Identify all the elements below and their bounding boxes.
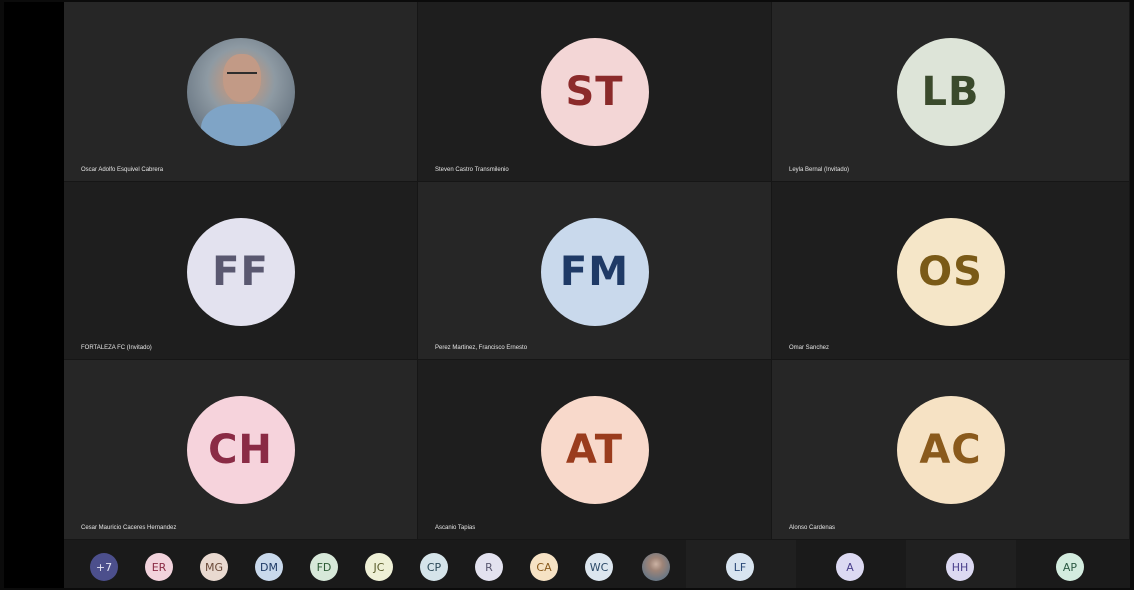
participant-mini-avatar[interactable]: R — [475, 553, 503, 581]
participant-mini-avatar[interactable]: AP — [1056, 553, 1084, 581]
participant-name: Cesar Mauricio Caceres Hernandez — [81, 525, 177, 531]
participant-name: FORTALEZA FC (Invitado) — [81, 345, 152, 351]
participant-strip: +7 ER MG DM FD JC CP R CA WC LF A HH AP — [64, 540, 1130, 588]
participant-mini-video[interactable] — [642, 553, 670, 581]
participant-avatar: FF — [186, 218, 295, 326]
participant-name: Ascanio Tapias — [435, 525, 476, 531]
participant-mini-avatar[interactable]: MG — [200, 553, 228, 581]
participant-mini-avatar[interactable]: CP — [420, 553, 448, 581]
participant-tile[interactable]: CH Cesar Mauricio Caceres Hernandez — [64, 360, 418, 540]
participant-tile[interactable]: LB Leyla Bernal (Invitado) — [772, 2, 1130, 182]
participant-avatar: AT — [540, 396, 649, 504]
participant-name: Omar Sanchez — [789, 345, 830, 351]
participant-video — [186, 38, 295, 146]
participant-avatar: FM — [540, 218, 649, 326]
participant-avatar: CH — [186, 396, 295, 504]
participant-tile[interactable]: FF FORTALEZA FC (Invitado) — [64, 182, 418, 360]
participant-name: Leyla Bernal (Invitado) — [789, 167, 850, 173]
participant-mini-avatar[interactable]: A — [836, 553, 864, 581]
participant-mini-avatar[interactable]: JC — [365, 553, 393, 581]
participant-mini-avatar[interactable]: CA — [530, 553, 558, 581]
participant-avatar: OS — [896, 218, 1005, 326]
more-participants-badge[interactable]: +7 — [90, 553, 118, 581]
person-shirt — [200, 104, 281, 146]
participant-name: Steven Castro Transmilenio — [435, 167, 509, 173]
participant-name: Alonso Cardenas — [789, 525, 836, 531]
participant-avatar: AC — [896, 396, 1005, 504]
participant-tile[interactable]: ST Steven Castro Transmilenio — [418, 2, 772, 182]
participant-mini-avatar[interactable]: HH — [946, 553, 974, 581]
participant-avatar: ST — [540, 38, 649, 146]
participant-name: Oscar Adolfo Esquivel Cabrera — [81, 167, 164, 173]
video-grid: Oscar Adolfo Esquivel Cabrera ST Steven … — [64, 2, 1130, 540]
participant-tile[interactable]: FM Perez Martinez, Francisco Ernesto — [418, 182, 772, 360]
person-glasses — [226, 72, 257, 80]
participant-tile[interactable]: Oscar Adolfo Esquivel Cabrera — [64, 2, 418, 182]
participant-mini-avatar[interactable]: LF — [726, 553, 754, 581]
participant-avatar: LB — [896, 38, 1005, 146]
participant-name: Perez Martinez, Francisco Ernesto — [435, 345, 528, 351]
participant-tile[interactable]: AC Alonso Cardenas — [772, 360, 1130, 540]
participant-mini-avatar[interactable]: DM — [255, 553, 283, 581]
participant-mini-avatar[interactable]: FD — [310, 553, 338, 581]
participant-mini-avatar[interactable]: WC — [585, 553, 613, 581]
participant-mini-avatar[interactable]: ER — [145, 553, 173, 581]
left-black-bar — [4, 2, 64, 588]
participant-tile[interactable]: AT Ascanio Tapias — [418, 360, 772, 540]
participant-tile[interactable]: OS Omar Sanchez — [772, 182, 1130, 360]
